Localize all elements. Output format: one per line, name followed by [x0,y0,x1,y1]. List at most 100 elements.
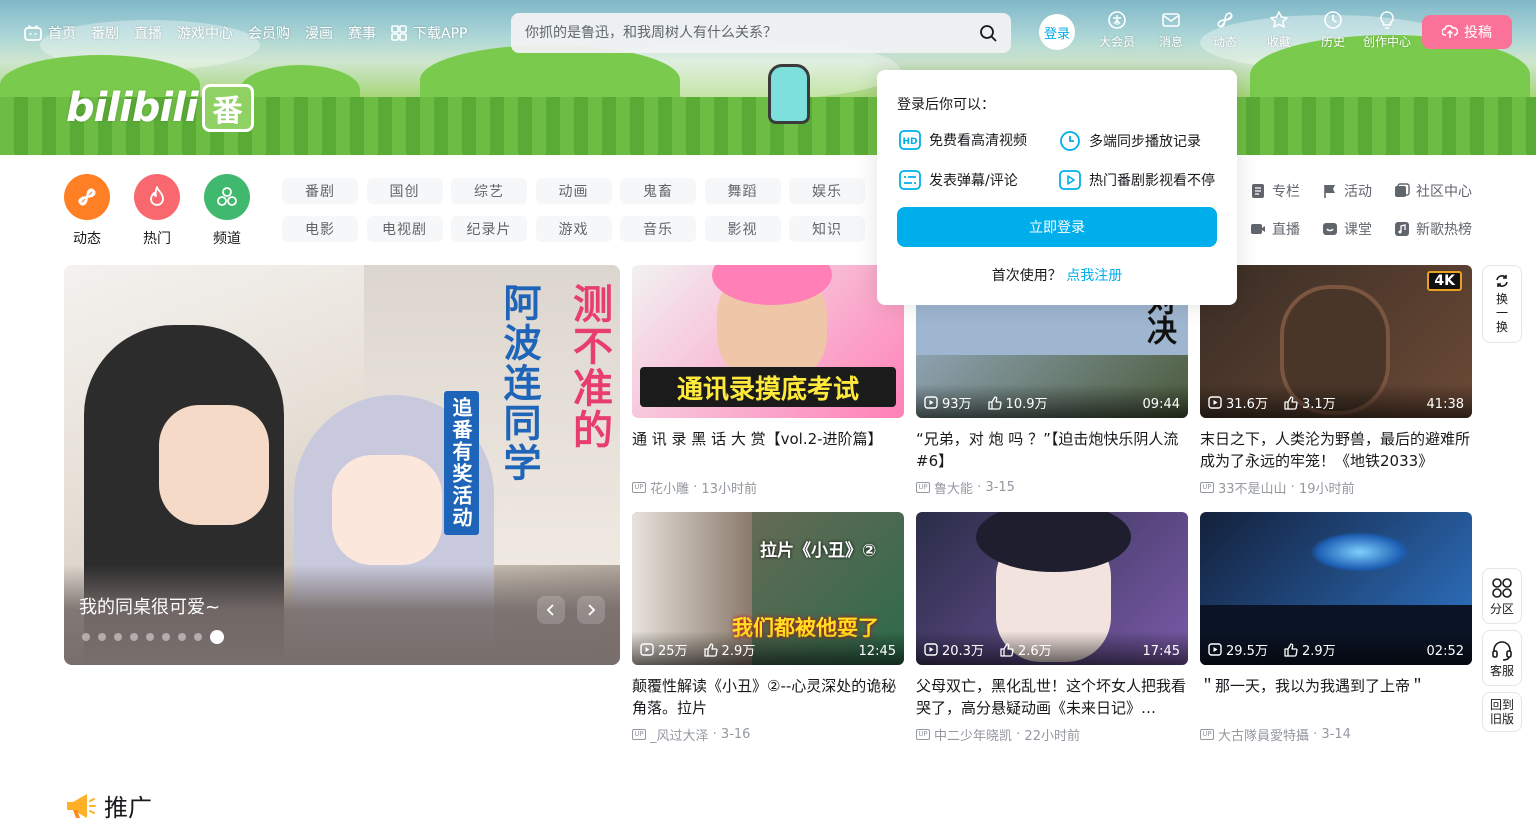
video-time: 19小时前 [1298,482,1355,497]
carousel-next-button[interactable] [577,596,605,624]
video-thumbnail[interactable]: 20.3万 2.6万 17:45 [916,512,1188,665]
nav-manga[interactable]: 漫画 [305,23,333,43]
customer-service-button[interactable]: 客服 [1482,630,1522,686]
chip-documentary[interactable]: 纪录片 [451,216,527,242]
nav-live[interactable]: 直播 [134,23,162,43]
video-card[interactable]: 4K 31.6万 3.1万 41:38 末日之下，人类沦为野兽，最后的避难所成为了永远的… [1200,265,1472,497]
popup-feature-danmaku: 发表弹幕/评论 [899,170,1018,190]
nav-message[interactable]: 消息 [1144,10,1198,50]
like-count: 2.9万 [1284,640,1336,659]
video-title[interactable]: 父母双亡，黑化乱世！这个坏女人把我看哭了，高分悬疑动画《未来日记》… [916,675,1188,719]
link-classroom-label: 课堂 [1344,222,1372,238]
carousel-dot[interactable] [98,633,106,641]
video-card[interactable]: 拉片《小丑》② 我们都被他耍了 25万 2.9万 12:45 颠覆性解读《小丑》②--心灵… [632,512,904,744]
link-community[interactable]: 社区中心 [1394,182,1494,200]
old-version-label: 回到 旧版 [1489,698,1514,726]
channel-hot[interactable]: 热门 [134,174,180,248]
video-title[interactable]: 颠覆性解读《小丑》②--心灵深处的诡秘角落。拉片 [632,675,904,719]
video-author-line[interactable]: UP 33不是山山 · 19小时前 [1200,478,1472,497]
popup-login-button[interactable]: 立即登录 [897,207,1217,247]
link-new-songs[interactable]: 新歌热榜 [1394,220,1494,238]
chip-film-tv[interactable]: 影视 [704,216,781,242]
login-label: 登录 [1043,26,1070,42]
video-thumbnail[interactable]: 通讯录摸底考试 [632,265,904,418]
link-column[interactable]: 专栏 [1250,182,1322,200]
like-icon [703,642,718,657]
carousel-dot[interactable] [114,633,122,641]
nav-anime[interactable]: 番剧 [91,23,119,43]
video-card[interactable]: 通讯录摸底考试通 讯 录 黑 话 大 赏【vol.2-进阶篇】 UP 花小雕 · 1… [632,265,904,497]
carousel-dot[interactable] [178,633,186,641]
carousel-caption[interactable]: 我的同桌很可爱~ [79,593,220,619]
nav-game-center-label: 游戏中心 [177,26,233,42]
chip-tv-drama[interactable]: 电视剧 [366,216,443,242]
nav-game-center[interactable]: 游戏中心 [177,23,233,43]
chip-entertainment[interactable]: 娱乐 [789,178,865,204]
nav-download-app[interactable]: 下载APP [391,23,467,43]
video-title[interactable]: 通 讯 录 黑 话 大 赏【vol.2-进阶篇】 [632,428,904,472]
bilibili-logo[interactable]: bilibili 番 [66,82,254,134]
video-author-line[interactable]: UP 大古隊員愛特攝 · 3-14 [1200,725,1472,744]
video-card[interactable]: 20.3万 2.6万 17:45 父母双亡，黑化乱世！这个坏女人把我看哭了，高分悬疑动… [916,512,1188,744]
chip-dance[interactable]: 舞蹈 [704,178,781,204]
old-version-button[interactable]: 回到 旧版 [1482,692,1522,732]
nav-vip[interactable]: 大会员 [1090,10,1144,50]
nav-home[interactable]: 首页 [24,23,76,43]
nav-dynamic[interactable]: 动态 [1198,10,1252,50]
chip-movie[interactable]: 电影 [282,216,358,242]
like-count: 2.9万 [703,640,755,659]
carousel-dot[interactable] [162,633,170,641]
search-icon[interactable] [979,24,997,42]
video-author-line[interactable]: UP 鲁大能 · 3-15 [916,478,1188,497]
carousel-dot[interactable] [194,633,202,641]
category-button[interactable]: 分区 [1482,568,1522,624]
nav-history[interactable]: 历史 [1306,10,1360,50]
carousel-character-boy-face [159,405,269,525]
hero-carousel[interactable]: 测不准的 阿波连同学 追番有奖活动 我的同桌很可爱~ [64,265,620,665]
carousel-dot[interactable] [210,630,224,644]
chip-game[interactable]: 游戏 [535,216,612,242]
login-avatar-button[interactable]: 登录 [1039,14,1075,50]
video-thumbnail[interactable]: 拉片《小丑》② 我们都被他耍了 25万 2.9万 12:45 [632,512,904,665]
video-title[interactable]: 末日之下，人类沦为野兽，最后的避难所成为了永远的牢笼！《地铁2033》 [1200,428,1472,472]
chip-music[interactable]: 音乐 [620,216,696,242]
chip-guochuang[interactable]: 国创 [366,178,443,204]
link-classroom[interactable]: 课堂 [1322,220,1394,238]
carousel-prev-button[interactable] [537,596,565,624]
video-thumbnail[interactable]: 4K 31.6万 3.1万 41:38 [1200,265,1472,418]
chip-bangumi[interactable]: 番剧 [282,178,358,204]
app-grid-icon [391,25,407,41]
chip-kichiku[interactable]: 鬼畜 [620,178,696,204]
video-author-line[interactable]: UP _风过大泽 · 3-16 [632,725,904,744]
chip-knowledge[interactable]: 知识 [789,216,865,242]
search-input[interactable] [525,25,979,41]
upload-button[interactable]: 投稿 [1422,15,1512,49]
video-card[interactable]: 29.5万 2.9万 02:52 ＂那一天，我以为我遇到了上帝＂ UP 大古隊員愛特攝 ·… [1200,512,1472,744]
video-title[interactable]: ＂那一天，我以为我遇到了上帝＂ [1200,675,1472,719]
chip-animation[interactable]: 动画 [535,178,612,204]
link-activity[interactable]: 活动 [1322,182,1394,200]
nav-shop[interactable]: 会员购 [248,23,290,43]
video-title[interactable]: “兄弟，对 炮 吗 ？”【迫击炮快乐阴人流#6】 [916,428,1188,472]
view-count-text: 31.6万 [1226,397,1268,412]
video-author-line[interactable]: UP 中二少年晓凯 · 22小时前 [916,725,1188,744]
view-count: 93万 [924,393,972,412]
nav-favorite[interactable]: 收藏 [1252,10,1306,50]
carousel-dot[interactable] [82,633,90,641]
video-author-line[interactable]: UP 花小雕 · 13小时前 [632,478,904,497]
popup-register-link[interactable]: 点我注册 [1066,268,1122,284]
nav-esports[interactable]: 赛事 [348,23,376,43]
channel-dynamic[interactable]: 动态 [64,174,110,248]
carousel-dot[interactable] [130,633,138,641]
carousel-dot[interactable] [146,633,154,641]
thumb-glow-art [1310,532,1410,572]
refresh-feed-button[interactable]: 换一换 [1482,265,1522,343]
carousel-title-art-a: 测不准的 [566,283,612,451]
chip-variety[interactable]: 综艺 [451,178,527,204]
channel-channels[interactable]: 频道 [204,174,250,248]
video-thumbnail[interactable]: 29.5万 2.9万 02:52 [1200,512,1472,665]
like-icon [1000,642,1014,657]
nav-creator-center[interactable]: 创作中心 [1360,10,1414,50]
link-live[interactable]: 直播 [1250,220,1322,238]
hot-circle [134,174,180,220]
